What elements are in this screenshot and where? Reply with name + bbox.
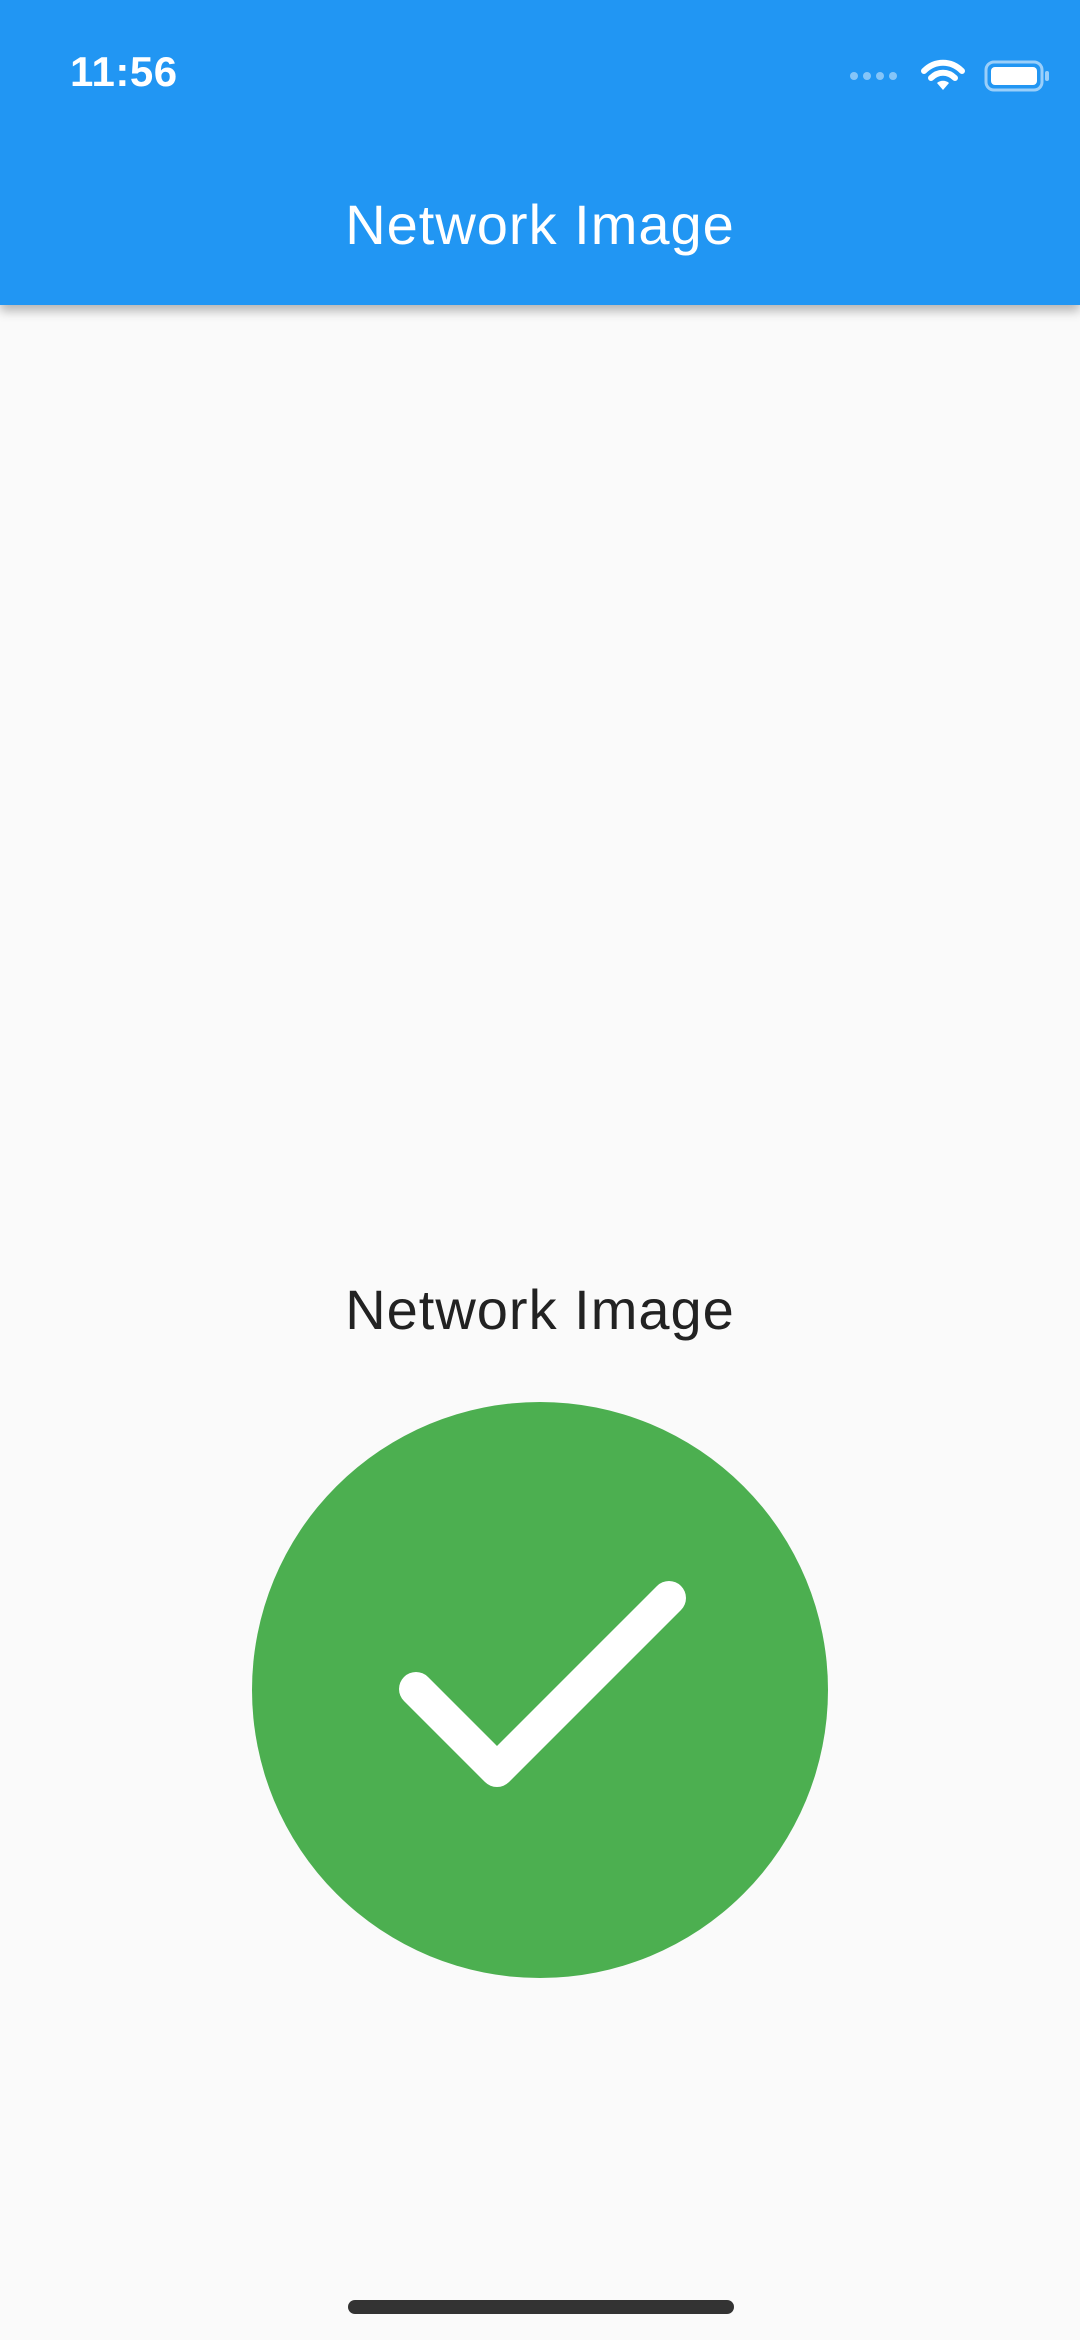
wifi-icon xyxy=(921,59,965,90)
main-content: Network Image xyxy=(0,305,1080,2340)
app-bar-title: Network Image xyxy=(345,193,735,256)
check-circle-icon xyxy=(252,1402,828,1978)
home-indicator[interactable] xyxy=(348,2300,734,2314)
cellular-signal-icon xyxy=(850,69,902,83)
status-time: 11:56 xyxy=(70,48,178,95)
network-image-label: Network Image xyxy=(345,1278,735,1341)
app-bar: 11:56 Network Image xyxy=(0,0,1080,305)
battery-icon xyxy=(984,60,1049,92)
screen: 11:56 Network Image Network Image xyxy=(0,0,1080,2340)
status-icons xyxy=(850,56,1050,96)
